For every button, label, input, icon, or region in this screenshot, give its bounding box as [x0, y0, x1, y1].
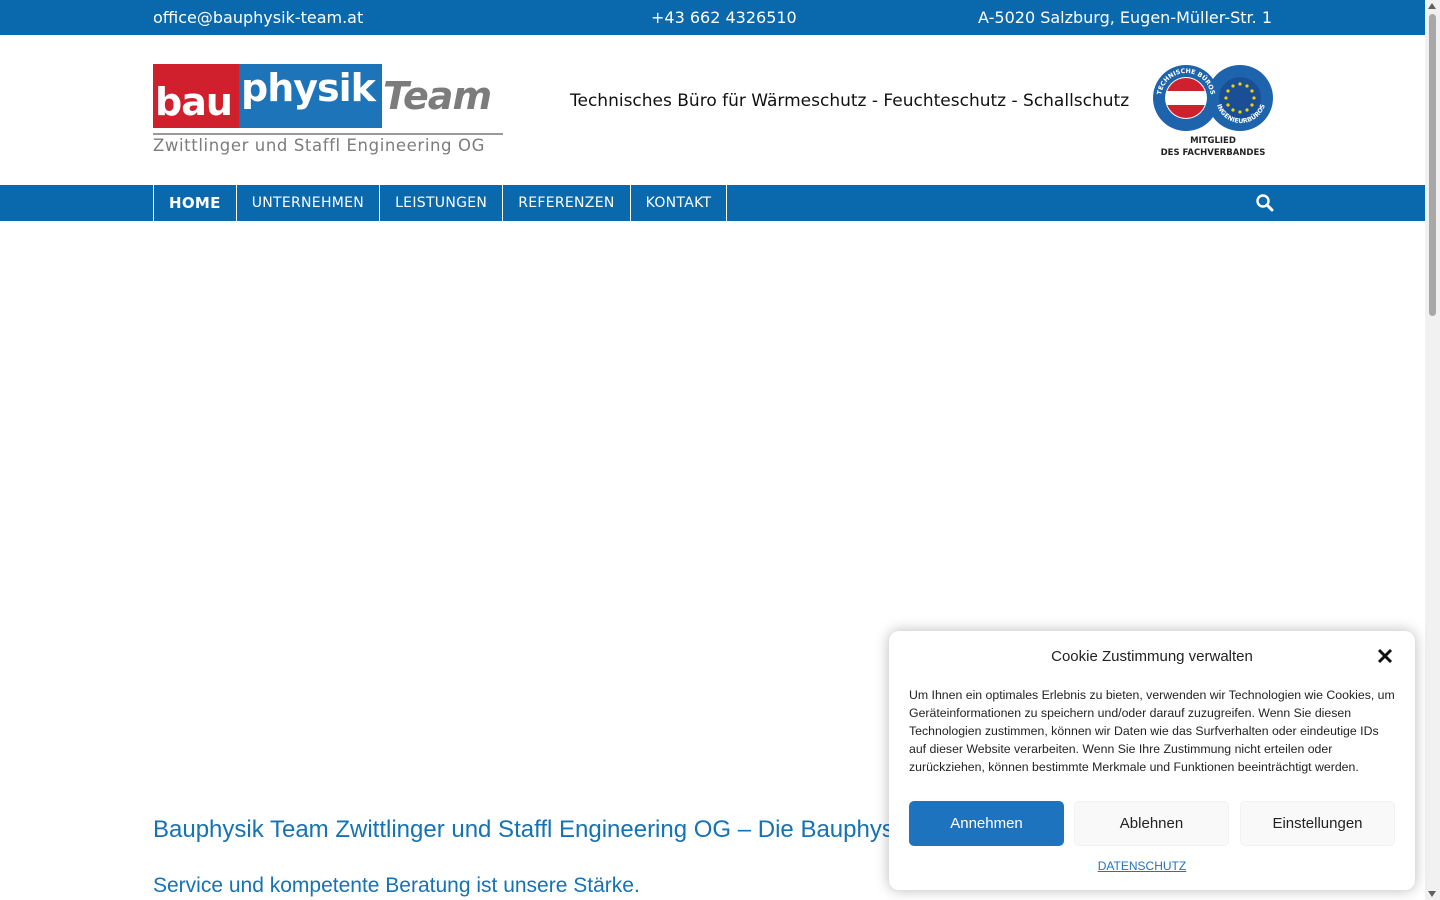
scroll-up-arrow-icon[interactable]: [1428, 3, 1436, 9]
preferences-button[interactable]: Einstellungen: [1240, 801, 1395, 846]
accept-button[interactable]: Annehmen: [909, 801, 1064, 846]
logo-team: Team: [383, 74, 492, 118]
header-tagline: Technisches Büro für Wärmeschutz - Feuch…: [570, 91, 1130, 111]
main-navigation: HOME UNTERNEHMEN LEISTUNGEN REFERENZEN K…: [0, 185, 1425, 221]
top-contact-bar: office@bauphysik-team.at +43 662 4326510…: [0, 0, 1425, 35]
site-header: bau physik Team Zwittlinger und Staffl E…: [0, 35, 1425, 185]
badge-line1: MITGLIED: [1190, 136, 1236, 146]
nav-menu: HOME UNTERNEHMEN LEISTUNGEN REFERENZEN K…: [153, 185, 728, 221]
site-logo[interactable]: bau physik Team Zwittlinger und Staffl E…: [153, 64, 503, 156]
page-headline: Bauphysik Team Zwittlinger und Staffl En…: [153, 816, 933, 843]
deny-button[interactable]: Ablehnen: [1074, 801, 1229, 846]
nav-item-leistungen[interactable]: LEISTUNGEN: [379, 185, 502, 221]
privacy-link[interactable]: DATENSCHUTZ: [889, 859, 1395, 873]
contact-phone[interactable]: +43 662 4326510: [651, 8, 797, 27]
page-subheadline: Service und kompetente Beratung ist unse…: [153, 874, 640, 897]
cookie-dialog-text: Um Ihnen ein optimales Erlebnis zu biete…: [909, 688, 1395, 774]
scroll-down-arrow-icon[interactable]: [1428, 891, 1436, 897]
contact-address: A-5020 Salzburg, Eugen-Müller-Str. 1: [978, 8, 1272, 27]
nav-item-referenzen[interactable]: REFERENZEN: [502, 185, 629, 221]
logo-physik: physik: [239, 64, 382, 128]
cookie-dialog-title: Cookie Zustimmung verwalten: [1051, 648, 1253, 665]
scrollbar-thumb[interactable]: [1429, 14, 1436, 316]
search-icon[interactable]: [1254, 192, 1276, 214]
page-scrollbar[interactable]: [1425, 0, 1440, 900]
logo-subtitle: Zwittlinger und Staffl Engineering OG: [153, 136, 485, 155]
badge-line2: DES FACHVERBANDES: [1161, 148, 1266, 158]
logo-divider: [153, 133, 503, 135]
membership-badge: TECHNISCHE BÜROS INGENIEURBÜROS MITGLIED…: [1152, 64, 1274, 160]
contact-email[interactable]: office@bauphysik-team.at: [153, 8, 363, 27]
close-icon[interactable]: [1376, 647, 1394, 665]
nav-item-unternehmen[interactable]: UNTERNEHMEN: [235, 185, 379, 221]
cookie-consent-dialog: Cookie Zustimmung verwalten Um Ihnen ein…: [889, 631, 1415, 890]
nav-item-home[interactable]: HOME: [153, 185, 236, 221]
nav-item-kontakt[interactable]: KONTAKT: [629, 185, 728, 221]
logo-bau: bau: [153, 64, 239, 128]
